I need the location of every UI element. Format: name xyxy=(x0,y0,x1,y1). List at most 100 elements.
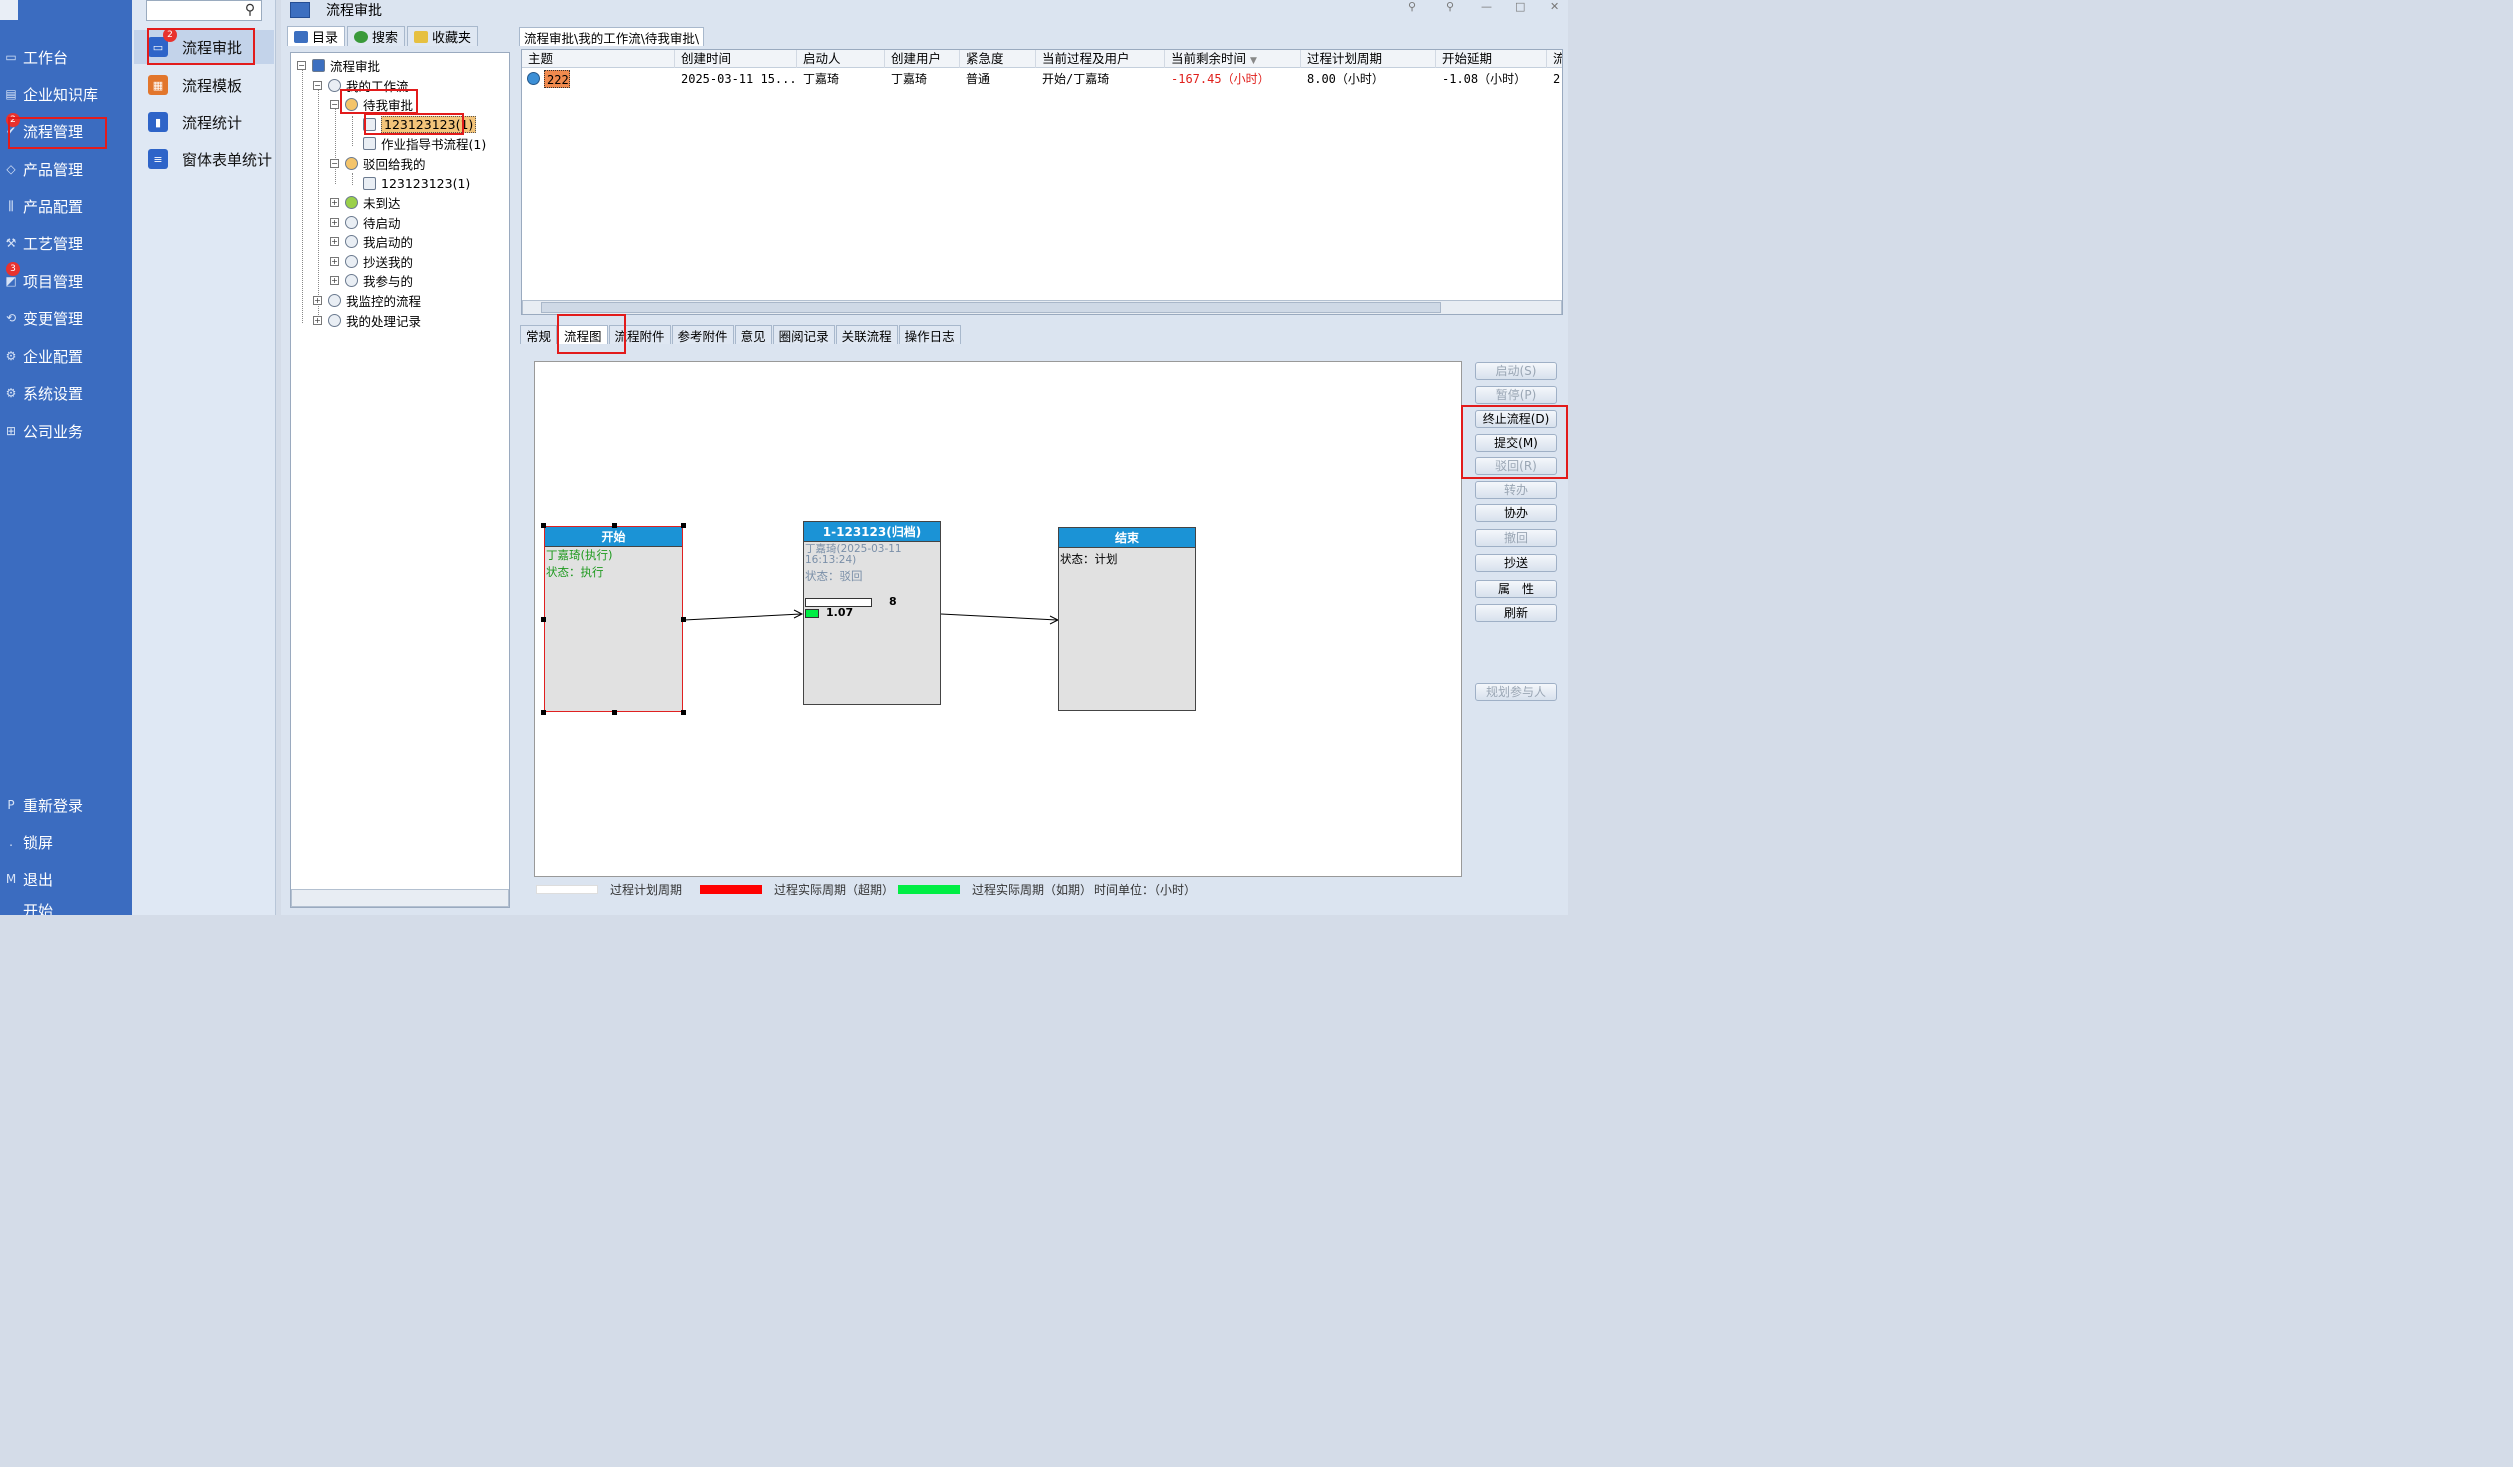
clock-icon xyxy=(345,156,358,170)
resize-handle[interactable] xyxy=(541,617,546,622)
tree-rejected-item[interactable]: 123123123(1) xyxy=(363,174,470,192)
nav-enterprise-config[interactable]: ⚙ 企业配置 xyxy=(0,339,132,373)
nav-relogin[interactable]: P 重新登录 xyxy=(0,788,132,822)
node-end[interactable]: 结束 状态：计划 xyxy=(1058,527,1196,711)
start-button[interactable]: 启动(S) xyxy=(1475,362,1557,380)
row-creator: 丁嘉琦 xyxy=(891,72,928,86)
template-icon: ▦ xyxy=(148,75,168,95)
tab-favorites[interactable]: 收藏夹 xyxy=(407,26,479,46)
nav-badge: 3 xyxy=(6,262,20,276)
resize-handle[interactable] xyxy=(681,617,686,622)
tab-related-processes[interactable]: 关联流程 xyxy=(835,325,898,344)
nav-company-business[interactable]: ⊞ 公司业务 xyxy=(0,414,132,448)
tab-directory[interactable]: 目录 xyxy=(287,26,346,46)
tab-review-records[interactable]: 圈阅记录 xyxy=(772,325,835,344)
legend-swatch xyxy=(898,884,960,894)
window-icon xyxy=(290,2,310,18)
tree-not-arrived[interactable]: + 未到达 xyxy=(330,193,401,211)
cc-button[interactable]: 抄送 xyxy=(1475,554,1557,572)
subnav-process-stats[interactable]: ▮ 流程统计 xyxy=(134,105,274,139)
lock-icon: . xyxy=(9,835,13,849)
column-header[interactable]: 主题 xyxy=(522,50,675,68)
tab-reference-attachments[interactable]: 参考附件 xyxy=(671,325,734,344)
tab-general[interactable]: 常规 xyxy=(520,325,558,344)
column-header[interactable]: 流 xyxy=(1547,50,1562,68)
tree-root[interactable]: − 流程审批 xyxy=(297,56,380,74)
nav-product-mgmt[interactable]: ◇ 产品管理 xyxy=(0,152,132,186)
row-current: 开始/丁嘉琦 xyxy=(1042,72,1110,86)
nav-knowledge[interactable]: ▤ 企业知识库 xyxy=(0,77,132,111)
project-icon: ◩ xyxy=(5,274,17,288)
app-logo xyxy=(0,0,18,20)
sort-desc-icon: ▼ xyxy=(1250,56,1257,66)
tree-i-monitor[interactable]: + 我监控的流程 xyxy=(313,291,421,309)
withdraw-button[interactable]: 撤回 xyxy=(1475,529,1557,547)
search-icon[interactable]: ⚲ xyxy=(238,0,262,21)
node-step[interactable]: 1-123123(归档) 丁嘉琦(2025-03-11 16:13:24) 状态… xyxy=(803,521,941,705)
tree-to-start[interactable]: + 待启动 xyxy=(330,213,401,231)
resize-handle[interactable] xyxy=(612,710,617,715)
relogin-icon: P xyxy=(7,798,15,812)
pause-button[interactable]: 暂停(P) xyxy=(1475,386,1557,404)
directory-icon xyxy=(294,30,308,43)
tree-cc-me[interactable]: + 抄送我的 xyxy=(330,252,413,270)
tree-rejected[interactable]: − 驳回给我的 xyxy=(330,154,426,172)
column-header[interactable]: 当前过程及用户 xyxy=(1036,50,1165,68)
tree-i-started[interactable]: + 我启动的 xyxy=(330,232,413,250)
column-header[interactable]: 开始延期 xyxy=(1436,50,1547,68)
tab-search[interactable]: 搜索 xyxy=(347,26,406,46)
resize-handle[interactable] xyxy=(681,523,686,528)
nav-exit[interactable]: M 退出 xyxy=(0,862,132,896)
maximize-icon[interactable]: □ xyxy=(1515,0,1525,13)
breadcrumb: 流程审批\我的工作流\待我审批\ xyxy=(519,27,705,46)
legend-unit: 时间单位：（小时） xyxy=(1094,882,1197,897)
plan-participants-button[interactable]: 规划参与人 xyxy=(1475,683,1557,701)
subnav-process-template[interactable]: ▦ 流程模板 xyxy=(134,68,274,102)
column-header[interactable]: 启动人 xyxy=(797,50,885,68)
column-header[interactable]: 创建时间 xyxy=(675,50,797,68)
refresh-button[interactable]: 刷新 xyxy=(1475,604,1557,622)
legend-ontime: 过程实际周期（如期） xyxy=(898,880,1092,898)
properties-button[interactable]: 属 性 xyxy=(1475,580,1557,598)
nav-change-mgmt[interactable]: ⟲ 变更管理 xyxy=(0,301,132,335)
column-header[interactable]: 过程计划周期 xyxy=(1301,50,1436,68)
window-title-bar: 流程审批 xyxy=(290,0,382,20)
nav-system-settings[interactable]: ⚙ 系统设置 xyxy=(0,376,132,410)
row-urgency: 普通 xyxy=(966,72,991,86)
column-header[interactable]: 紧急度 xyxy=(960,50,1036,68)
resize-handle[interactable] xyxy=(681,710,686,715)
actual-value: 1.07 xyxy=(826,606,854,619)
process-grid: 主题 创建时间 启动人 创建用户 紧急度 当前过程及用户 当前剩余时间 ▼ 过程… xyxy=(521,49,1563,315)
form-icon: ≡ xyxy=(148,149,168,169)
tab-operation-log[interactable]: 操作日志 xyxy=(898,325,961,344)
grid-horizontal-scrollbar[interactable] xyxy=(522,300,1562,314)
close-icon[interactable]: ✕ xyxy=(1550,0,1559,13)
minimize-icon[interactable]: — xyxy=(1481,0,1492,13)
tab-opinions[interactable]: 意见 xyxy=(734,325,772,344)
column-header[interactable]: 当前剩余时间 ▼ xyxy=(1165,50,1301,68)
flowchart-canvas[interactable]: 开始 丁嘉琦(执行) 状态：执行 1-123123(归档) 丁嘉琦(2025-0… xyxy=(534,361,1462,877)
tree-i-joined[interactable]: + 我参与的 xyxy=(330,271,413,289)
subnav-form-stats[interactable]: ≡ 窗体表单统计 xyxy=(134,142,274,176)
actual-bar xyxy=(805,609,819,618)
transfer-button[interactable]: 转办 xyxy=(1475,481,1557,499)
grid-icon: ⊞ xyxy=(5,424,17,438)
column-header[interactable]: 创建用户 xyxy=(885,50,960,68)
nav-product-config[interactable]: ⫼ 产品配置 xyxy=(0,189,132,223)
nav-lock[interactable]: . 锁屏 xyxy=(0,825,132,859)
resize-handle[interactable] xyxy=(541,710,546,715)
tree-pending-item[interactable]: 作业指导书流程(1) xyxy=(363,134,486,152)
scrollbar-thumb[interactable] xyxy=(541,302,1441,313)
assist-button[interactable]: 协办 xyxy=(1475,504,1557,522)
search-window-icon[interactable]: ⚲ xyxy=(1408,0,1416,13)
plan-value: 8 xyxy=(889,595,897,608)
nav-craft-mgmt[interactable]: ⚒ 工艺管理 xyxy=(0,226,132,260)
node-start[interactable]: 开始 丁嘉琦(执行) 状态：执行 xyxy=(544,526,683,712)
tree-my-records[interactable]: + 我的处理记录 xyxy=(313,311,421,329)
nav-start[interactable]: 开始 xyxy=(0,900,132,915)
tree-horizontal-scrollbar[interactable] xyxy=(291,889,509,907)
pin-icon[interactable]: ⚲ xyxy=(1446,0,1454,13)
resize-handle[interactable] xyxy=(541,523,546,528)
nav-workbench[interactable]: ▭ 工作台 xyxy=(0,40,132,74)
resize-handle[interactable] xyxy=(612,523,617,528)
